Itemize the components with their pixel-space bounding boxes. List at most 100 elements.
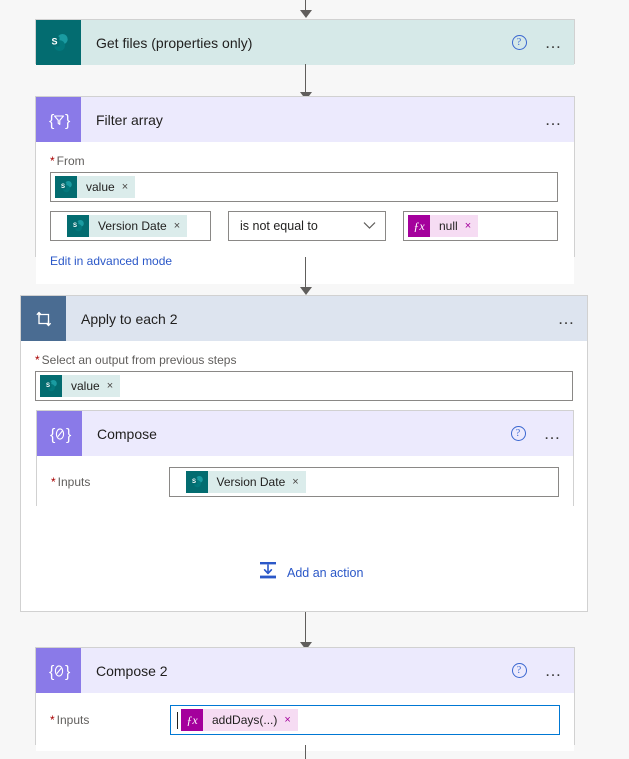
- token-label: addDays(...): [212, 713, 278, 727]
- svg-text:S: S: [51, 36, 57, 46]
- step-actions-get-files: ? …: [511, 34, 565, 51]
- step-title-compose-2: Compose 2: [96, 662, 168, 679]
- step-body-compose: * Inputs S Version Date ×: [37, 456, 573, 511]
- step-card-get-files[interactable]: S Get files (properties only) ? …: [35, 19, 575, 65]
- step-card-compose[interactable]: { } Compose ? … * Inputs S Version Date …: [36, 410, 574, 511]
- step-header-compose[interactable]: { } Compose ? …: [37, 411, 573, 456]
- step-header-apply-to-each-2[interactable]: Apply to each 2 …: [21, 296, 587, 341]
- overflow-menu-icon[interactable]: …: [545, 34, 565, 51]
- step-header-compose-2[interactable]: { } Compose 2 ? …: [36, 648, 574, 693]
- step-body-compose-2: * Inputs ƒx addDays(...) ×: [36, 693, 574, 751]
- select-output-input[interactable]: S value ×: [35, 371, 573, 401]
- step-card-filter-array[interactable]: { } Filter array … * From S value × S Ve…: [35, 96, 575, 284]
- help-icon[interactable]: ?: [511, 663, 527, 678]
- step-title-filter-array: Filter array: [96, 111, 163, 128]
- compose-icon: { }: [37, 411, 82, 456]
- sharepoint-icon: S: [185, 471, 208, 493]
- edit-advanced-mode-link[interactable]: Edit in advanced mode: [50, 254, 172, 268]
- token-label: Version Date: [216, 475, 286, 489]
- close-icon[interactable]: ×: [465, 220, 471, 232]
- required-marker: *: [51, 475, 56, 489]
- close-icon[interactable]: ×: [122, 181, 128, 193]
- step-header-filter-array[interactable]: { } Filter array …: [36, 97, 574, 142]
- required-marker: *: [50, 154, 55, 168]
- help-icon[interactable]: ?: [510, 426, 526, 441]
- token-label: value: [86, 180, 115, 194]
- field-label-inputs: * Inputs: [50, 713, 170, 727]
- overflow-menu-icon[interactable]: …: [545, 662, 565, 679]
- text-cursor: [177, 711, 178, 729]
- close-icon[interactable]: ×: [292, 476, 298, 488]
- expression-icon-label: ƒx: [186, 712, 198, 727]
- filter-array-icon: { }: [36, 97, 81, 142]
- token-label: null: [439, 219, 458, 233]
- token-null[interactable]: ƒx null ×: [408, 215, 479, 237]
- expression-icon: ƒx: [408, 215, 430, 237]
- token-version-date[interactable]: S Version Date ×: [67, 215, 188, 237]
- token-body: addDays(...) ×: [203, 709, 298, 731]
- field-label-from-text: From: [56, 154, 85, 168]
- required-marker: *: [50, 713, 55, 727]
- svg-text:}: }: [65, 663, 71, 680]
- close-icon[interactable]: ×: [284, 714, 290, 726]
- token-value[interactable]: S value ×: [40, 375, 121, 397]
- token-body: value ×: [62, 375, 121, 397]
- required-marker: *: [35, 353, 40, 367]
- token-body: value ×: [77, 176, 136, 198]
- field-label-inputs-text: Inputs: [57, 475, 91, 489]
- loop-icon: [21, 296, 66, 341]
- field-label-select-output: * Select an output from previous steps: [35, 353, 573, 367]
- condition-left-input[interactable]: S Version Date ×: [50, 211, 211, 241]
- compose-icon: { }: [36, 648, 81, 693]
- step-title-apply-to-each-2: Apply to each 2: [81, 310, 178, 327]
- from-input[interactable]: S value ×: [50, 172, 558, 202]
- token-label: value: [71, 379, 100, 393]
- sharepoint-icon: S: [36, 20, 81, 65]
- step-actions-apply-to-each-2: …: [558, 310, 578, 327]
- svg-text:}: }: [65, 112, 71, 129]
- add-action-label: Add an action: [287, 565, 364, 580]
- token-body: Version Date ×: [207, 471, 306, 493]
- svg-text:{: {: [49, 663, 55, 680]
- step-actions-compose-2: ? …: [511, 662, 565, 679]
- sharepoint-icon: S: [55, 176, 77, 198]
- step-card-apply-to-each-2[interactable]: Apply to each 2 … * Select an output from…: [20, 295, 588, 612]
- step-actions-filter-array: …: [545, 111, 565, 128]
- expression-icon: ƒx: [181, 709, 203, 731]
- svg-text:{: {: [49, 112, 55, 129]
- step-actions-compose: ? …: [510, 425, 564, 442]
- close-icon[interactable]: ×: [107, 380, 113, 392]
- sharepoint-icon: S: [40, 375, 62, 397]
- chevron-down-icon: [363, 219, 376, 233]
- token-value[interactable]: S value ×: [55, 176, 136, 198]
- step-body-apply-to-each-2: * Select an output from previous steps S …: [21, 341, 587, 401]
- svg-text:{: {: [50, 426, 56, 443]
- overflow-menu-icon[interactable]: …: [545, 111, 565, 128]
- step-title-compose: Compose: [97, 425, 157, 442]
- step-card-compose-2[interactable]: { } Compose 2 ? … * Inputs ƒx addDays(..…: [35, 647, 575, 751]
- step-title-get-files: Get files (properties only): [96, 34, 253, 51]
- condition-right-input[interactable]: ƒx null ×: [403, 211, 558, 241]
- svg-text:S: S: [46, 383, 50, 389]
- token-version-date[interactable]: S Version Date ×: [185, 471, 306, 493]
- add-action-button[interactable]: Add an action: [258, 560, 363, 585]
- svg-text:S: S: [192, 479, 196, 485]
- svg-text:S: S: [73, 223, 77, 229]
- token-adddays[interactable]: ƒx addDays(...) ×: [181, 709, 298, 731]
- overflow-menu-icon[interactable]: …: [558, 310, 578, 327]
- field-label-inputs-text: Inputs: [56, 713, 90, 727]
- flow-canvas: S Get files (properties only) ? … { } Fi…: [0, 0, 629, 759]
- compose2-inputs-input[interactable]: ƒx addDays(...) ×: [170, 705, 560, 735]
- sharepoint-icon: S: [67, 215, 89, 237]
- compose-inputs-input[interactable]: S Version Date ×: [168, 467, 559, 497]
- overflow-menu-icon[interactable]: …: [544, 425, 564, 442]
- close-icon[interactable]: ×: [174, 220, 180, 232]
- help-icon[interactable]: ?: [511, 35, 527, 50]
- field-label-select-output-text: Select an output from previous steps: [41, 353, 237, 367]
- svg-text:}: }: [66, 426, 72, 443]
- field-label-inputs: * Inputs: [51, 475, 169, 489]
- step-header-get-files[interactable]: S Get files (properties only) ? …: [36, 20, 574, 65]
- condition-operator-select[interactable]: is not equal to: [228, 211, 386, 241]
- token-body: Version Date ×: [89, 215, 188, 237]
- token-body: null ×: [430, 215, 479, 237]
